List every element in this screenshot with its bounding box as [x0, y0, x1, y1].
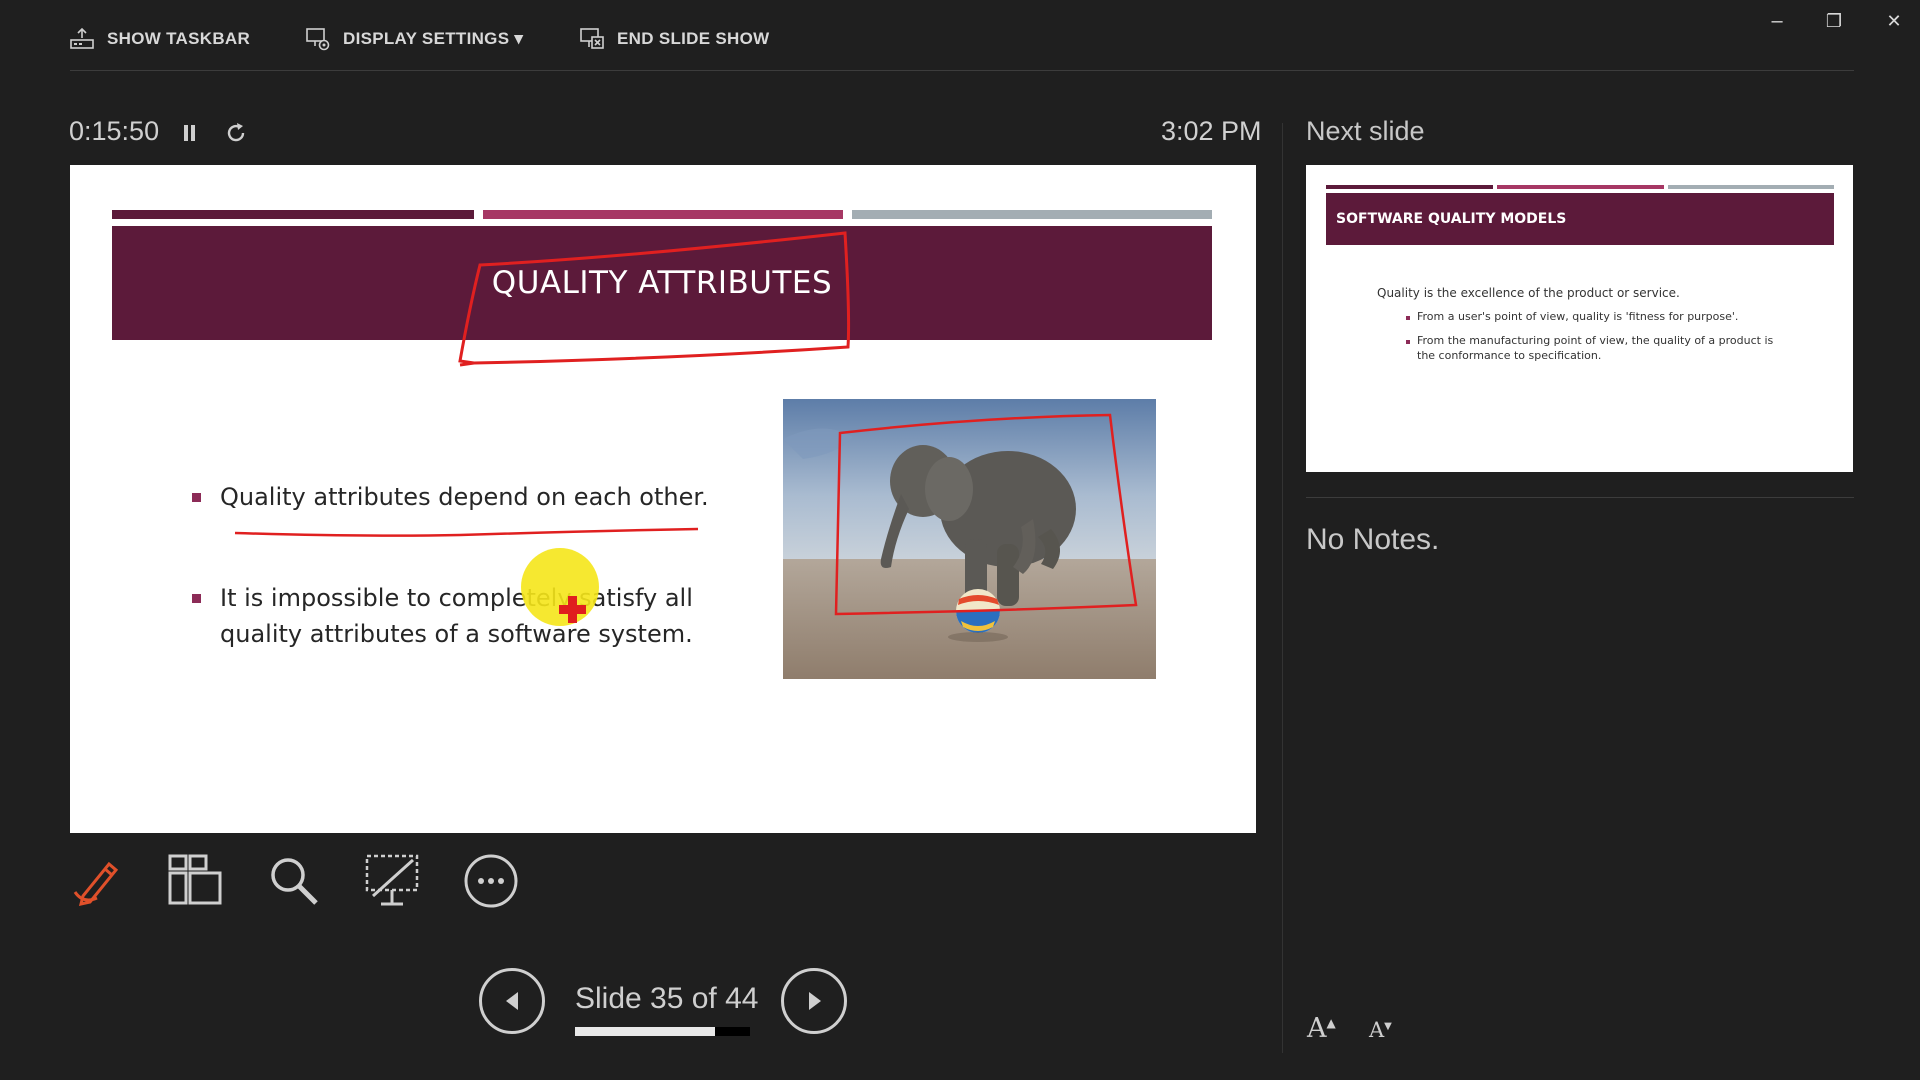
- previous-slide-button[interactable]: [479, 968, 545, 1034]
- more-options-icon: [464, 854, 518, 908]
- show-taskbar-button[interactable]: SHOW TASKBAR: [69, 22, 250, 56]
- preview-intro: Quality is the excellence of the product…: [1377, 286, 1680, 300]
- end-slide-show-button[interactable]: END SLIDE SHOW: [579, 22, 770, 56]
- zoom-button[interactable]: [263, 850, 325, 912]
- see-all-slides-icon: [168, 854, 222, 905]
- preview-bullet-continuation: the conformance to specification.: [1417, 349, 1602, 362]
- preview-bullet-square: [1406, 340, 1410, 344]
- close-window-button[interactable]: ✕: [1874, 6, 1914, 36]
- more-options-button[interactable]: [460, 850, 522, 912]
- preview-bullet: From the manufacturing point of view, th…: [1417, 334, 1774, 347]
- zoom-icon: [271, 858, 318, 905]
- panel-divider: [1282, 123, 1283, 1053]
- taskbar-icon: [70, 27, 94, 49]
- display-settings-button[interactable]: DISPLAY SETTINGS ▾: [305, 22, 523, 56]
- elapsed-timer: 0:15:50: [69, 116, 160, 146]
- slide-counter[interactable]: Slide 35 of 44: [575, 982, 758, 1016]
- chevron-right-icon: [809, 992, 821, 1010]
- restore-icon: ❐: [1825, 10, 1843, 31]
- black-screen-button[interactable]: [361, 850, 423, 912]
- end-slideshow-icon: [580, 28, 604, 49]
- black-screen-icon: [365, 854, 419, 906]
- preview-accent-bar: [1497, 185, 1664, 189]
- display-settings-label: DISPLAY SETTINGS ▾: [343, 29, 524, 48]
- end-slide-show-label: END SLIDE SHOW: [617, 29, 770, 48]
- restore-button[interactable]: ❐: [1814, 6, 1854, 36]
- see-all-slides-button[interactable]: [164, 850, 226, 912]
- restart-timer-button[interactable]: [222, 119, 250, 147]
- display-settings-icon: [306, 28, 330, 51]
- pause-icon: [184, 125, 195, 141]
- minimize-icon: –: [1771, 9, 1783, 32]
- slide-progress-fill: [575, 1027, 715, 1036]
- increase-font-icon: A: [1307, 1013, 1327, 1044]
- pen-tools-button[interactable]: [67, 850, 129, 912]
- slide-progress-bar: [575, 1027, 750, 1036]
- next-slide-label: Next slide: [1306, 116, 1425, 146]
- pen-laser-icon: [73, 861, 119, 906]
- decrease-font-icon: A: [1369, 1018, 1385, 1042]
- current-slide[interactable]: QUALITY ATTRIBUTES Quality attributes de…: [70, 165, 1256, 833]
- toolbar-divider: [70, 70, 1854, 71]
- next-slide-preview[interactable]: SOFTWARE QUALITY MODELS Quality is the e…: [1306, 165, 1853, 472]
- increase-notes-font-button[interactable]: A▲: [1307, 1013, 1336, 1044]
- current-time: 3:02 PM: [1161, 116, 1262, 146]
- pause-timer-button[interactable]: [178, 119, 202, 147]
- restart-icon: [227, 123, 245, 142]
- close-icon: ✕: [1886, 10, 1902, 31]
- preview-bullet: From a user's point of view, quality is …: [1417, 310, 1739, 323]
- preview-title: SOFTWARE QUALITY MODELS: [1326, 193, 1834, 245]
- preview-accent-bar: [1326, 185, 1493, 189]
- chevron-left-icon: [506, 992, 518, 1010]
- show-taskbar-label: SHOW TASKBAR: [107, 29, 251, 48]
- notes-divider: [1306, 497, 1854, 498]
- preview-accent-bar: [1668, 185, 1834, 189]
- minimize-button[interactable]: –: [1757, 6, 1797, 36]
- next-slide-button[interactable]: [781, 968, 847, 1034]
- ink-annotation-layer: [234, 231, 1138, 626]
- decrease-notes-font-button[interactable]: A▼: [1369, 1018, 1392, 1042]
- speaker-notes: No Notes.: [1306, 523, 1440, 556]
- preview-bullet-square: [1406, 316, 1410, 320]
